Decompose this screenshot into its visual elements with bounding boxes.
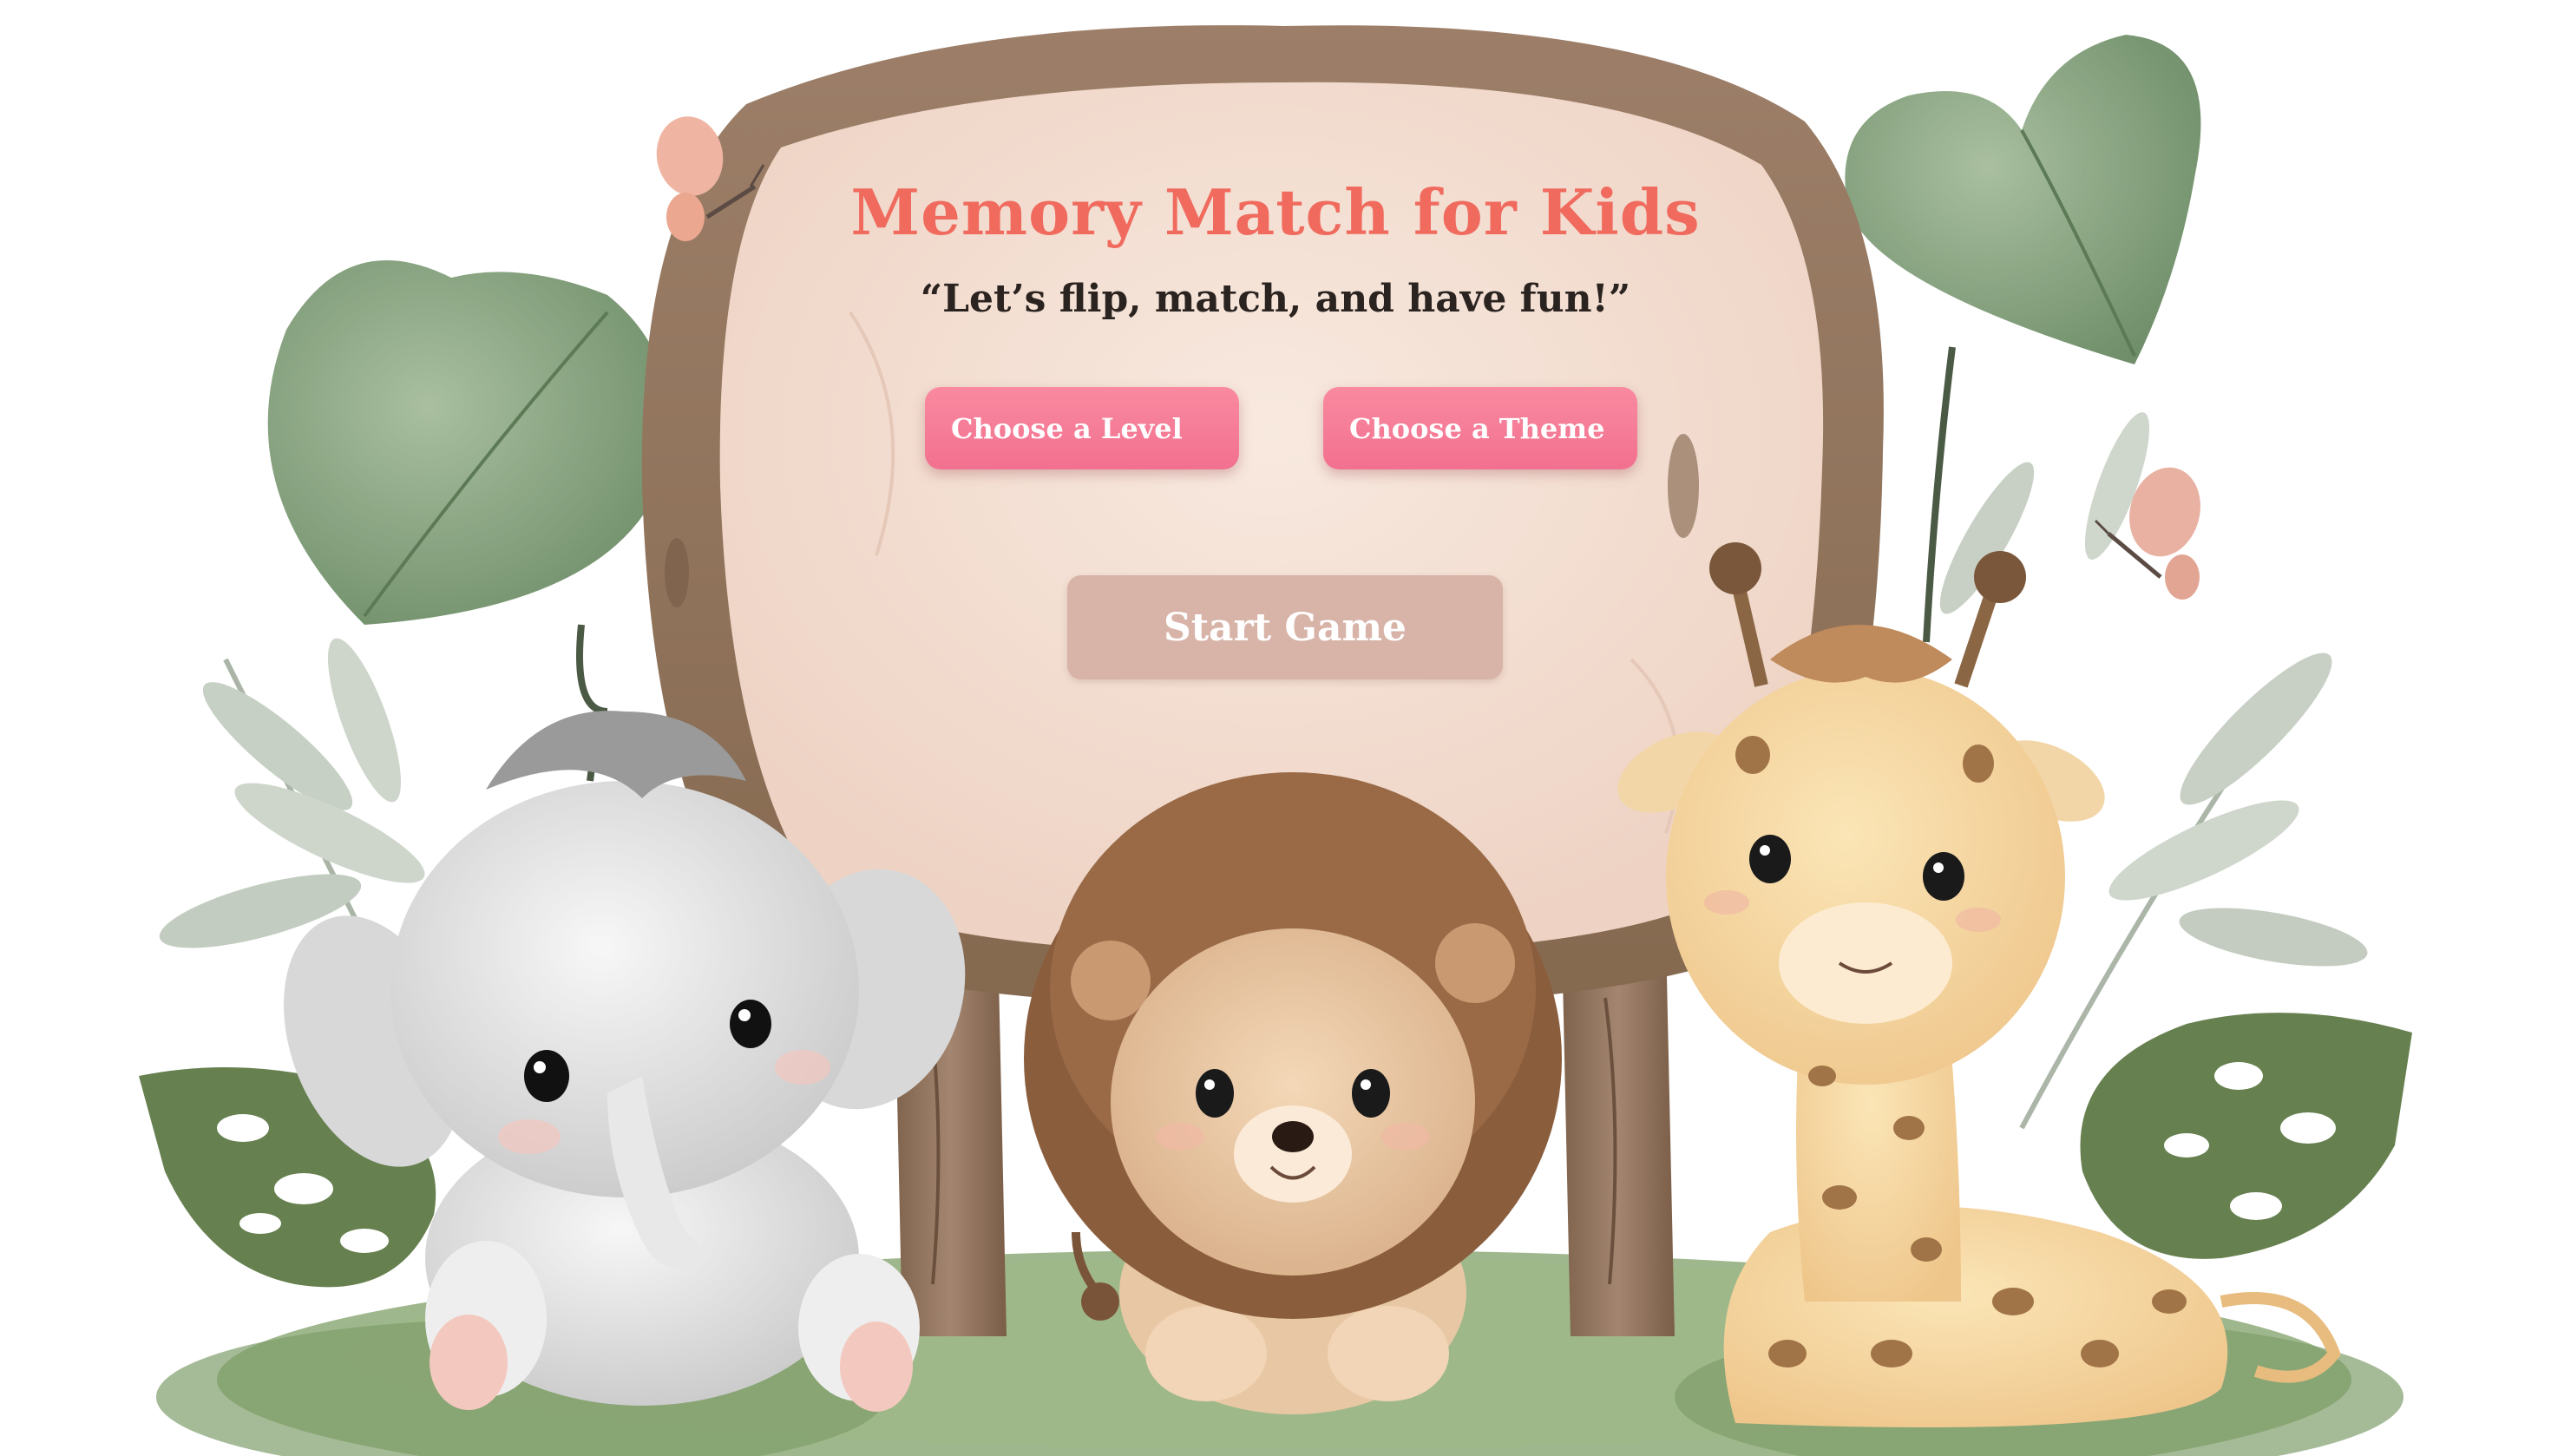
monstera-leaf-right bbox=[2080, 1013, 2412, 1259]
game-start-screen: Memory Match for Kids “Let’s flip, match… bbox=[0, 0, 2551, 1456]
choose-level-button[interactable]: Choose a Level bbox=[925, 387, 1239, 469]
start-game-button[interactable]: Start Game bbox=[1067, 575, 1503, 679]
game-tagline: “Let’s flip, match, and have fun!” bbox=[920, 277, 1631, 321]
choose-theme-button[interactable]: Choose a Theme bbox=[1323, 387, 1637, 469]
game-title: Memory Match for Kids bbox=[850, 175, 1701, 249]
leaf-left-large bbox=[267, 260, 670, 782]
game-menu: Memory Match for Kids “Let’s flip, match… bbox=[764, 165, 1787, 720]
